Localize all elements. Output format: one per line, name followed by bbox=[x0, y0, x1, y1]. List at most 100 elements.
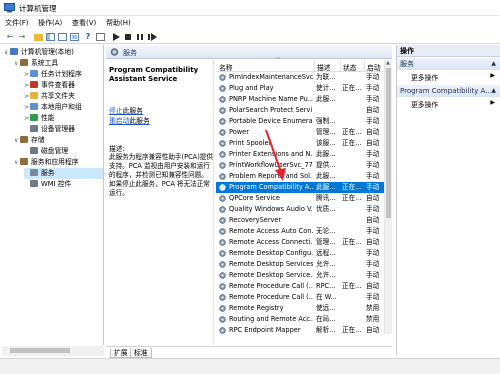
table-row[interactable]: Remote Desktop Service... 允许... 手动 bbox=[216, 270, 392, 281]
table-row[interactable]: Remote Desktop Configu... 远程... 手动 bbox=[216, 248, 392, 259]
tree-horizontal-scrollbar[interactable] bbox=[2, 346, 104, 356]
restart-service-link[interactable]: 重启动此服务 bbox=[109, 115, 150, 125]
service-description: 在局... bbox=[316, 315, 336, 323]
table-row[interactable]: Quality Windows Audio V... 优质... 手动 bbox=[216, 204, 392, 215]
table-row[interactable]: Remote Desktop Services 允许... 手动 bbox=[216, 259, 392, 270]
table-row[interactable]: RecoveryServer 自动 bbox=[216, 215, 392, 226]
service-status: 正在... bbox=[342, 128, 362, 136]
table-row[interactable]: Power 管理... 正在... 自动 bbox=[216, 127, 392, 138]
tree-item[interactable]: ∨ 服务和应用程序 bbox=[14, 157, 103, 168]
table-row[interactable]: PNRP Machine Name Pu... 此服... 手动 bbox=[216, 94, 392, 105]
tree-item[interactable]: > 性能 bbox=[24, 113, 103, 124]
column-description[interactable]: 描述 bbox=[317, 62, 331, 72]
table-row[interactable]: QPCore Service 腾讯... 正在... 自动 bbox=[216, 193, 392, 204]
service-name: PNRP Machine Name Pu... bbox=[229, 95, 313, 103]
tree-item[interactable]: > 共享文件夹 bbox=[24, 91, 103, 102]
table-row[interactable]: PolarSearch Protect Servi... 自动 bbox=[216, 105, 392, 116]
scroll-up-icon[interactable]: ▲ bbox=[386, 60, 390, 66]
table-row[interactable]: Remote Access Auto Con... 无论... 手动 bbox=[216, 226, 392, 237]
table-row[interactable]: Routing and Remote Acc... 在局... 禁用 bbox=[216, 314, 392, 325]
table-row[interactable]: Program Compatibility A... 此服... 正在... 手动 bbox=[216, 182, 392, 193]
column-status[interactable]: 状态 bbox=[343, 62, 357, 72]
service-description: 此服... bbox=[316, 150, 336, 158]
service-name: Portable Device Enumera... bbox=[229, 117, 313, 125]
start-icon[interactable] bbox=[111, 32, 121, 42]
table-row[interactable]: Plug and Play 使计... 正在... 手动 bbox=[216, 83, 392, 94]
service-description: 在 W... bbox=[316, 293, 337, 301]
computer-management-icon bbox=[4, 3, 15, 13]
forward-arrow-icon[interactable]: → bbox=[17, 32, 27, 42]
properties-icon[interactable] bbox=[95, 32, 105, 42]
tree-item[interactable]: 设备管理器 bbox=[24, 124, 103, 135]
table-row[interactable]: Printer Extensions and N... 此服... 手动 bbox=[216, 149, 392, 160]
show-hide-tree-icon[interactable] bbox=[45, 32, 55, 42]
table-row[interactable]: Remote Procedure Call (... RPC... 正在... 自动 bbox=[216, 281, 392, 292]
help-icon[interactable]: ? bbox=[83, 32, 93, 42]
sort-indicator: ^ bbox=[276, 57, 281, 63]
column-separator[interactable] bbox=[314, 60, 315, 72]
menu-bar: 文件(F) 操作(A) 查看(V) 帮助(H) bbox=[0, 16, 500, 30]
restart-link-suffix: 此服务 bbox=[129, 117, 150, 125]
tree-item[interactable]: ∨ 系统工具 bbox=[14, 58, 103, 69]
actions-section-label: 服务 bbox=[400, 60, 414, 68]
table-row[interactable]: PrintWorkflowUserSvc_77... 提供... 手动 bbox=[216, 160, 392, 171]
services-pane: 服务 Program Compatibility Assistant Servi… bbox=[106, 45, 392, 345]
tab-standard[interactable]: 标准 bbox=[130, 348, 152, 358]
tree-item[interactable]: > 任务计划程序 bbox=[24, 69, 103, 80]
service-gear-icon bbox=[219, 272, 226, 279]
menu-action[interactable]: 操作(A) bbox=[38, 18, 62, 28]
stop-link-suffix: 此服务 bbox=[122, 107, 143, 115]
stop-service-link[interactable]: 停止此服务 bbox=[109, 105, 143, 115]
column-separator[interactable] bbox=[340, 60, 341, 72]
table-row[interactable]: Remote Registry 使远... 禁用 bbox=[216, 303, 392, 314]
tree-node-icon bbox=[30, 70, 38, 77]
column-separator[interactable] bbox=[364, 60, 365, 72]
column-startup-type[interactable]: 启动 bbox=[367, 62, 381, 72]
chevron-right-icon[interactable]: ▶ bbox=[490, 72, 495, 79]
service-name: Remote Desktop Configu... bbox=[229, 249, 313, 257]
restart-icon[interactable] bbox=[147, 32, 157, 42]
table-row[interactable]: RPC Endpoint Mapper 解析... 正在... 自动 bbox=[216, 325, 392, 336]
table-row[interactable]: Print Spooler 该服... 正在... 自动 bbox=[216, 138, 392, 149]
tree-item[interactable]: 服务 bbox=[24, 168, 103, 179]
service-gear-icon bbox=[219, 96, 226, 103]
collapse-up-icon[interactable]: ▲ bbox=[491, 58, 496, 70]
chevron-right-icon[interactable]: ▶ bbox=[490, 99, 495, 106]
refresh-icon[interactable] bbox=[57, 32, 67, 42]
collapse-up-icon[interactable]: ▲ bbox=[491, 85, 496, 97]
stop-icon[interactable] bbox=[123, 32, 133, 42]
pause-icon[interactable] bbox=[135, 32, 145, 42]
service-name: Remote Desktop Service... bbox=[229, 271, 313, 279]
menu-view[interactable]: 查看(V) bbox=[72, 18, 96, 28]
actions-section-selected-service[interactable]: Program Compatibility A... ▲ bbox=[397, 85, 500, 97]
service-description: 远程... bbox=[316, 249, 336, 257]
table-row[interactable]: Remote Procedure Call (... 在 W... 手动 bbox=[216, 292, 392, 303]
table-row[interactable]: Problem Reports and Sol... 此服... 手动 bbox=[216, 171, 392, 182]
up-folder-icon[interactable] bbox=[33, 32, 43, 42]
scrollbar-thumb[interactable] bbox=[386, 68, 391, 218]
tree-item[interactable]: > 事件查看器 bbox=[24, 80, 103, 91]
tree-item[interactable]: 磁盘管理 bbox=[24, 146, 103, 157]
stop-link-text[interactable]: 停止 bbox=[109, 107, 123, 115]
tree-item[interactable]: ∨ 计算机管理(本地) bbox=[4, 47, 103, 58]
table-row[interactable]: PimIndexMaintenanceSvc... 为联... 手动 bbox=[216, 72, 392, 83]
actions-section-services[interactable]: 服务 ▲ bbox=[397, 58, 500, 70]
service-description: 无论... bbox=[316, 227, 336, 235]
scrollbar-thumb[interactable] bbox=[10, 348, 70, 353]
tree-item[interactable]: WMI 控件 bbox=[24, 179, 103, 190]
tree-item[interactable]: > 本地用户和组 bbox=[24, 102, 103, 113]
restart-link-text[interactable]: 重启动 bbox=[109, 117, 129, 125]
back-arrow-icon[interactable]: ← bbox=[5, 32, 15, 42]
column-name[interactable]: 名称 bbox=[219, 62, 233, 72]
more-actions-link[interactable]: 更多操作 bbox=[411, 72, 438, 82]
list-vertical-scrollbar[interactable]: ▲ bbox=[384, 60, 392, 334]
service-description: 提供... bbox=[316, 161, 336, 169]
table-row[interactable]: Remote Access Connecti... 管理... 正在... 自动 bbox=[216, 237, 392, 248]
more-actions-link[interactable]: 更多操作 bbox=[411, 99, 438, 109]
tab-extended[interactable]: 扩展 bbox=[110, 348, 132, 358]
menu-help[interactable]: 帮助(H) bbox=[106, 18, 131, 28]
table-row[interactable]: Portable Device Enumera... 强制... 手动 bbox=[216, 116, 392, 127]
tree-item[interactable]: ∨ 存储 bbox=[14, 135, 103, 146]
export-list-icon[interactable] bbox=[69, 32, 79, 42]
menu-file[interactable]: 文件(F) bbox=[5, 18, 29, 28]
